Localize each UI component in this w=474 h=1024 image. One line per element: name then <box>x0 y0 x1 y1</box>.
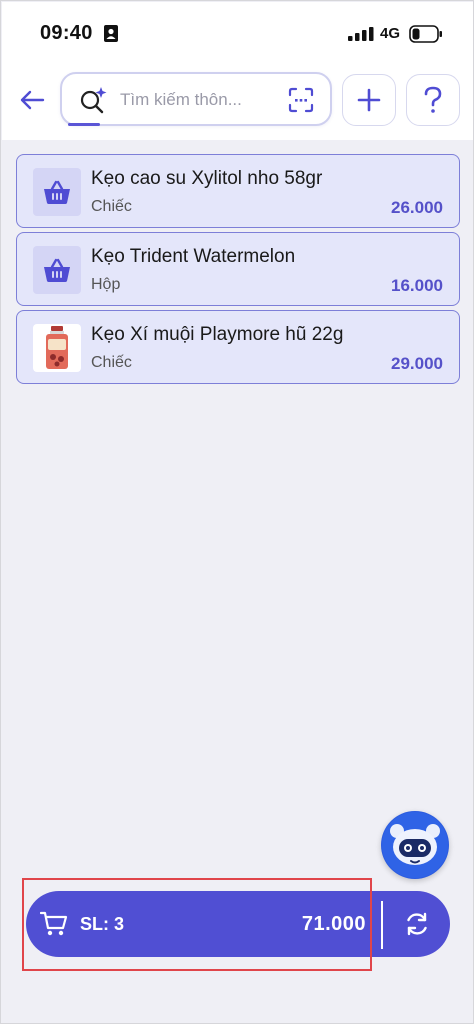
contact-card-icon <box>104 25 118 42</box>
search-input[interactable] <box>120 87 270 113</box>
add-button[interactable] <box>342 74 396 126</box>
product-item[interactable]: Kẹo Trident Watermelon Hộp 16.000 <box>16 232 460 306</box>
robot-assistant-icon <box>382 812 448 878</box>
product-unit: Chiếc <box>91 198 132 215</box>
product-price: 26.000 <box>391 198 443 217</box>
cellular-signal-icon <box>348 27 374 41</box>
header <box>2 64 473 140</box>
divider <box>381 901 383 949</box>
product-name: Kẹo Xí muội Playmore hũ 22g <box>91 324 344 345</box>
product-name: Kẹo cao su Xylitol nho 58gr <box>91 168 323 189</box>
network-type: 4G <box>380 25 401 42</box>
product-thumbnail <box>33 168 81 216</box>
product-photo <box>46 326 68 369</box>
chatbot-button[interactable] <box>381 811 449 879</box>
product-name: Kẹo Trident Watermelon <box>91 246 296 267</box>
product-price: 16.000 <box>391 276 443 295</box>
product-unit: Chiếc <box>91 354 132 371</box>
status-bar: 09:40 4G <box>2 2 473 64</box>
product-unit: Hộp <box>91 276 121 293</box>
product-thumbnail <box>33 246 81 294</box>
help-button[interactable] <box>406 74 460 126</box>
product-thumbnail <box>33 324 81 372</box>
question-mark-icon <box>424 86 442 113</box>
product-item[interactable]: Kẹo Xí muội Playmore hũ 22g Chiếc 29.000 <box>16 310 460 384</box>
battery-icon <box>409 25 442 43</box>
shopping-cart-icon <box>40 911 68 936</box>
refresh-icon <box>407 912 427 936</box>
product-price: 29.000 <box>391 354 443 373</box>
arrow-left-icon <box>20 90 45 110</box>
cart-total: 71.000 <box>301 913 366 935</box>
ai-search-icon <box>80 87 107 114</box>
basket-icon <box>44 258 70 282</box>
product-list: Kẹo cao su Xylitol nho 58gr Chiếc 26.000… <box>16 154 460 388</box>
top-area: 09:40 4G <box>2 2 473 140</box>
back-button[interactable] <box>14 82 50 118</box>
basket-icon <box>44 180 70 204</box>
search-box[interactable] <box>60 72 332 126</box>
barcode-scan-icon[interactable] <box>288 87 314 113</box>
cart-bar: SL: 3 71.000 <box>26 891 450 957</box>
cart-quantity: SL: 3 <box>80 914 125 934</box>
refresh-button[interactable] <box>392 899 442 949</box>
plus-icon <box>357 88 381 112</box>
product-item[interactable]: Kẹo cao su Xylitol nho 58gr Chiếc 26.000 <box>16 154 460 228</box>
status-time: 09:40 <box>40 22 93 44</box>
app-screen: 09:40 4G Tìm kiếm thôn... Kẹo cao su Xyl… <box>0 0 474 1024</box>
cart-summary-button[interactable]: SL: 3 71.000 <box>26 891 376 957</box>
